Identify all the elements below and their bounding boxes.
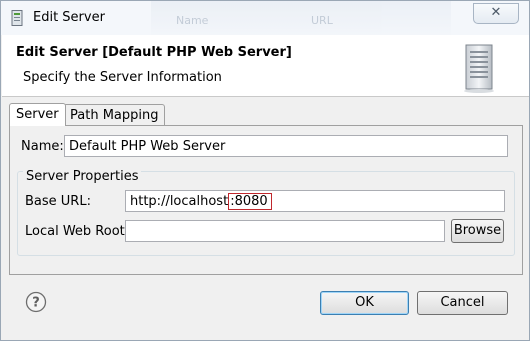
edit-server-dialog: Name URL Edit Server ✕ Edit Server [Defa… (0, 0, 530, 341)
local-web-root-label: Local Web Root: (25, 224, 130, 239)
name-label: Name: (21, 139, 64, 154)
local-web-root-field[interactable] (125, 220, 445, 242)
base-url-host: http://localhost (130, 194, 229, 209)
banner-subtitle: Specify the Server Information (23, 70, 222, 85)
banner-title: Edit Server [Default PHP Web Server] (16, 45, 292, 60)
tab-server[interactable]: Server (9, 103, 66, 126)
background-window-ghost: Name URL (151, 1, 451, 35)
server-properties-label: Server Properties (23, 169, 142, 184)
cancel-button[interactable]: Cancel (417, 291, 508, 315)
help-icon[interactable]: ? (25, 291, 47, 316)
tab-path-mapping[interactable]: Path Mapping (63, 104, 166, 125)
title-bar[interactable]: Name URL Edit Server ✕ (1, 1, 529, 35)
close-icon: ✕ (490, 5, 502, 20)
header-banner: Edit Server [Default PHP Web Server] Spe… (2, 35, 529, 97)
ghost-column-url: URL (311, 14, 333, 27)
ghost-column-name: Name (176, 14, 209, 27)
ok-button[interactable]: OK (320, 291, 409, 315)
base-url-field[interactable]: http://localhost:8080 (125, 190, 505, 212)
svg-text:?: ? (32, 296, 40, 311)
browse-button[interactable]: Browse (451, 219, 504, 243)
base-url-label: Base URL: (25, 194, 91, 209)
server-icon (462, 43, 496, 96)
close-button[interactable]: ✕ (473, 3, 519, 24)
name-field[interactable]: Default PHP Web Server (64, 135, 508, 157)
window-title: Edit Server (33, 10, 105, 25)
base-url-port-highlight: :8080 (228, 193, 272, 210)
app-window-icon (11, 10, 23, 29)
